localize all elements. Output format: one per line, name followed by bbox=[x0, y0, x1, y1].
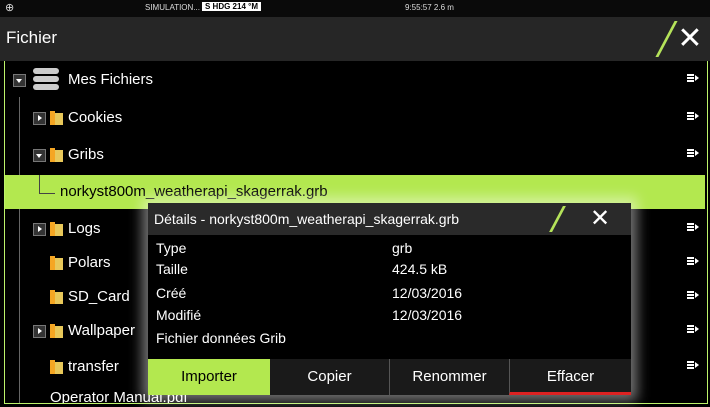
row-menu-icon[interactable] bbox=[687, 74, 699, 84]
tree-item-label: SD_Card bbox=[68, 288, 130, 305]
database-icon bbox=[33, 68, 59, 92]
tree-branch-line bbox=[39, 193, 55, 194]
folder-icon bbox=[50, 222, 63, 236]
row-menu-icon[interactable] bbox=[687, 223, 699, 233]
close-icon: ✕ bbox=[589, 205, 611, 232]
folder-icon bbox=[50, 148, 63, 162]
detail-type-value: grb bbox=[392, 240, 413, 256]
tree-item-label: Mes Fichiers bbox=[68, 71, 154, 88]
rename-button[interactable]: Renommer bbox=[389, 359, 509, 395]
tree-item-label: Polars bbox=[68, 254, 111, 271]
copy-button[interactable]: Copier bbox=[270, 359, 389, 395]
gribs-expander[interactable] bbox=[33, 149, 46, 162]
heading-readout: S HDG 214 °M bbox=[202, 2, 261, 11]
status-bar: ⊕ SIMULATION... S HDG 214 °M 9:55:57 2.6… bbox=[0, 0, 710, 17]
tree-item-label: norkyst800m_weatherapi_skagerrak.grb bbox=[60, 183, 328, 200]
row-menu-icon[interactable] bbox=[687, 149, 699, 159]
globe-icon: ⊕ bbox=[5, 2, 15, 14]
row-menu-icon[interactable] bbox=[687, 257, 699, 267]
window-title: Fichier bbox=[6, 28, 58, 47]
root-expander[interactable] bbox=[13, 74, 26, 87]
dialog-accent-stripe bbox=[549, 206, 566, 232]
tree-branch-line bbox=[39, 175, 40, 193]
detail-created-label: Créé bbox=[156, 285, 187, 301]
cookies-expander[interactable] bbox=[33, 112, 46, 125]
detail-description: Fichier données Grib bbox=[156, 330, 286, 346]
dialog-title-bar: Détails - norkyst800m_weatherapi_skagerr… bbox=[148, 203, 631, 235]
folder-icon bbox=[50, 256, 63, 270]
details-dialog: Détails - norkyst800m_weatherapi_skagerr… bbox=[148, 203, 631, 395]
delete-button[interactable]: Effacer bbox=[509, 359, 631, 395]
folder-icon bbox=[50, 111, 63, 125]
detail-size-label: Taille bbox=[156, 261, 188, 277]
dialog-title: Détails - norkyst800m_weatherapi_skagerr… bbox=[154, 211, 460, 227]
tree-item-label: Cookies bbox=[68, 109, 123, 126]
row-menu-icon[interactable] bbox=[687, 361, 699, 371]
import-button[interactable]: Importer bbox=[148, 359, 270, 395]
detail-size-value: 424.5 kB bbox=[392, 261, 448, 277]
folder-icon bbox=[50, 360, 63, 374]
detail-modified-value: 12/03/2016 bbox=[392, 307, 463, 323]
tree-item-label: Gribs bbox=[68, 146, 104, 163]
dialog-button-bar: Importer Copier Renommer Effacer bbox=[148, 359, 631, 395]
close-icon: ✕ bbox=[677, 22, 703, 55]
dialog-close-button[interactable]: ✕ bbox=[580, 203, 620, 235]
logs-expander[interactable] bbox=[33, 223, 46, 236]
simulation-indicator: SIMULATION... bbox=[145, 3, 200, 12]
tree-root-row[interactable]: Mes Fichiers bbox=[5, 63, 705, 97]
close-button[interactable]: ✕ bbox=[670, 17, 710, 61]
time-depth-readout: 9:55:57 2.6 m bbox=[405, 3, 454, 12]
tree-row-cookies[interactable]: Cookies bbox=[5, 101, 705, 135]
row-menu-icon[interactable] bbox=[687, 112, 699, 122]
tree-item-label: transfer bbox=[68, 358, 119, 375]
folder-icon bbox=[50, 324, 63, 338]
row-menu-icon[interactable] bbox=[687, 325, 699, 335]
tree-item-label: Wallpaper bbox=[68, 322, 135, 339]
tree-row-gribs[interactable]: Gribs bbox=[5, 138, 705, 172]
row-menu-icon[interactable] bbox=[687, 291, 699, 301]
detail-type-label: Type bbox=[156, 240, 187, 256]
wallpaper-expander[interactable] bbox=[33, 325, 46, 338]
detail-created-value: 12/03/2016 bbox=[392, 285, 463, 301]
folder-icon bbox=[50, 290, 63, 304]
tree-item-label: Logs bbox=[68, 220, 101, 237]
title-bar: Fichier ✕ bbox=[0, 17, 710, 61]
detail-modified-label: Modifié bbox=[156, 307, 202, 323]
